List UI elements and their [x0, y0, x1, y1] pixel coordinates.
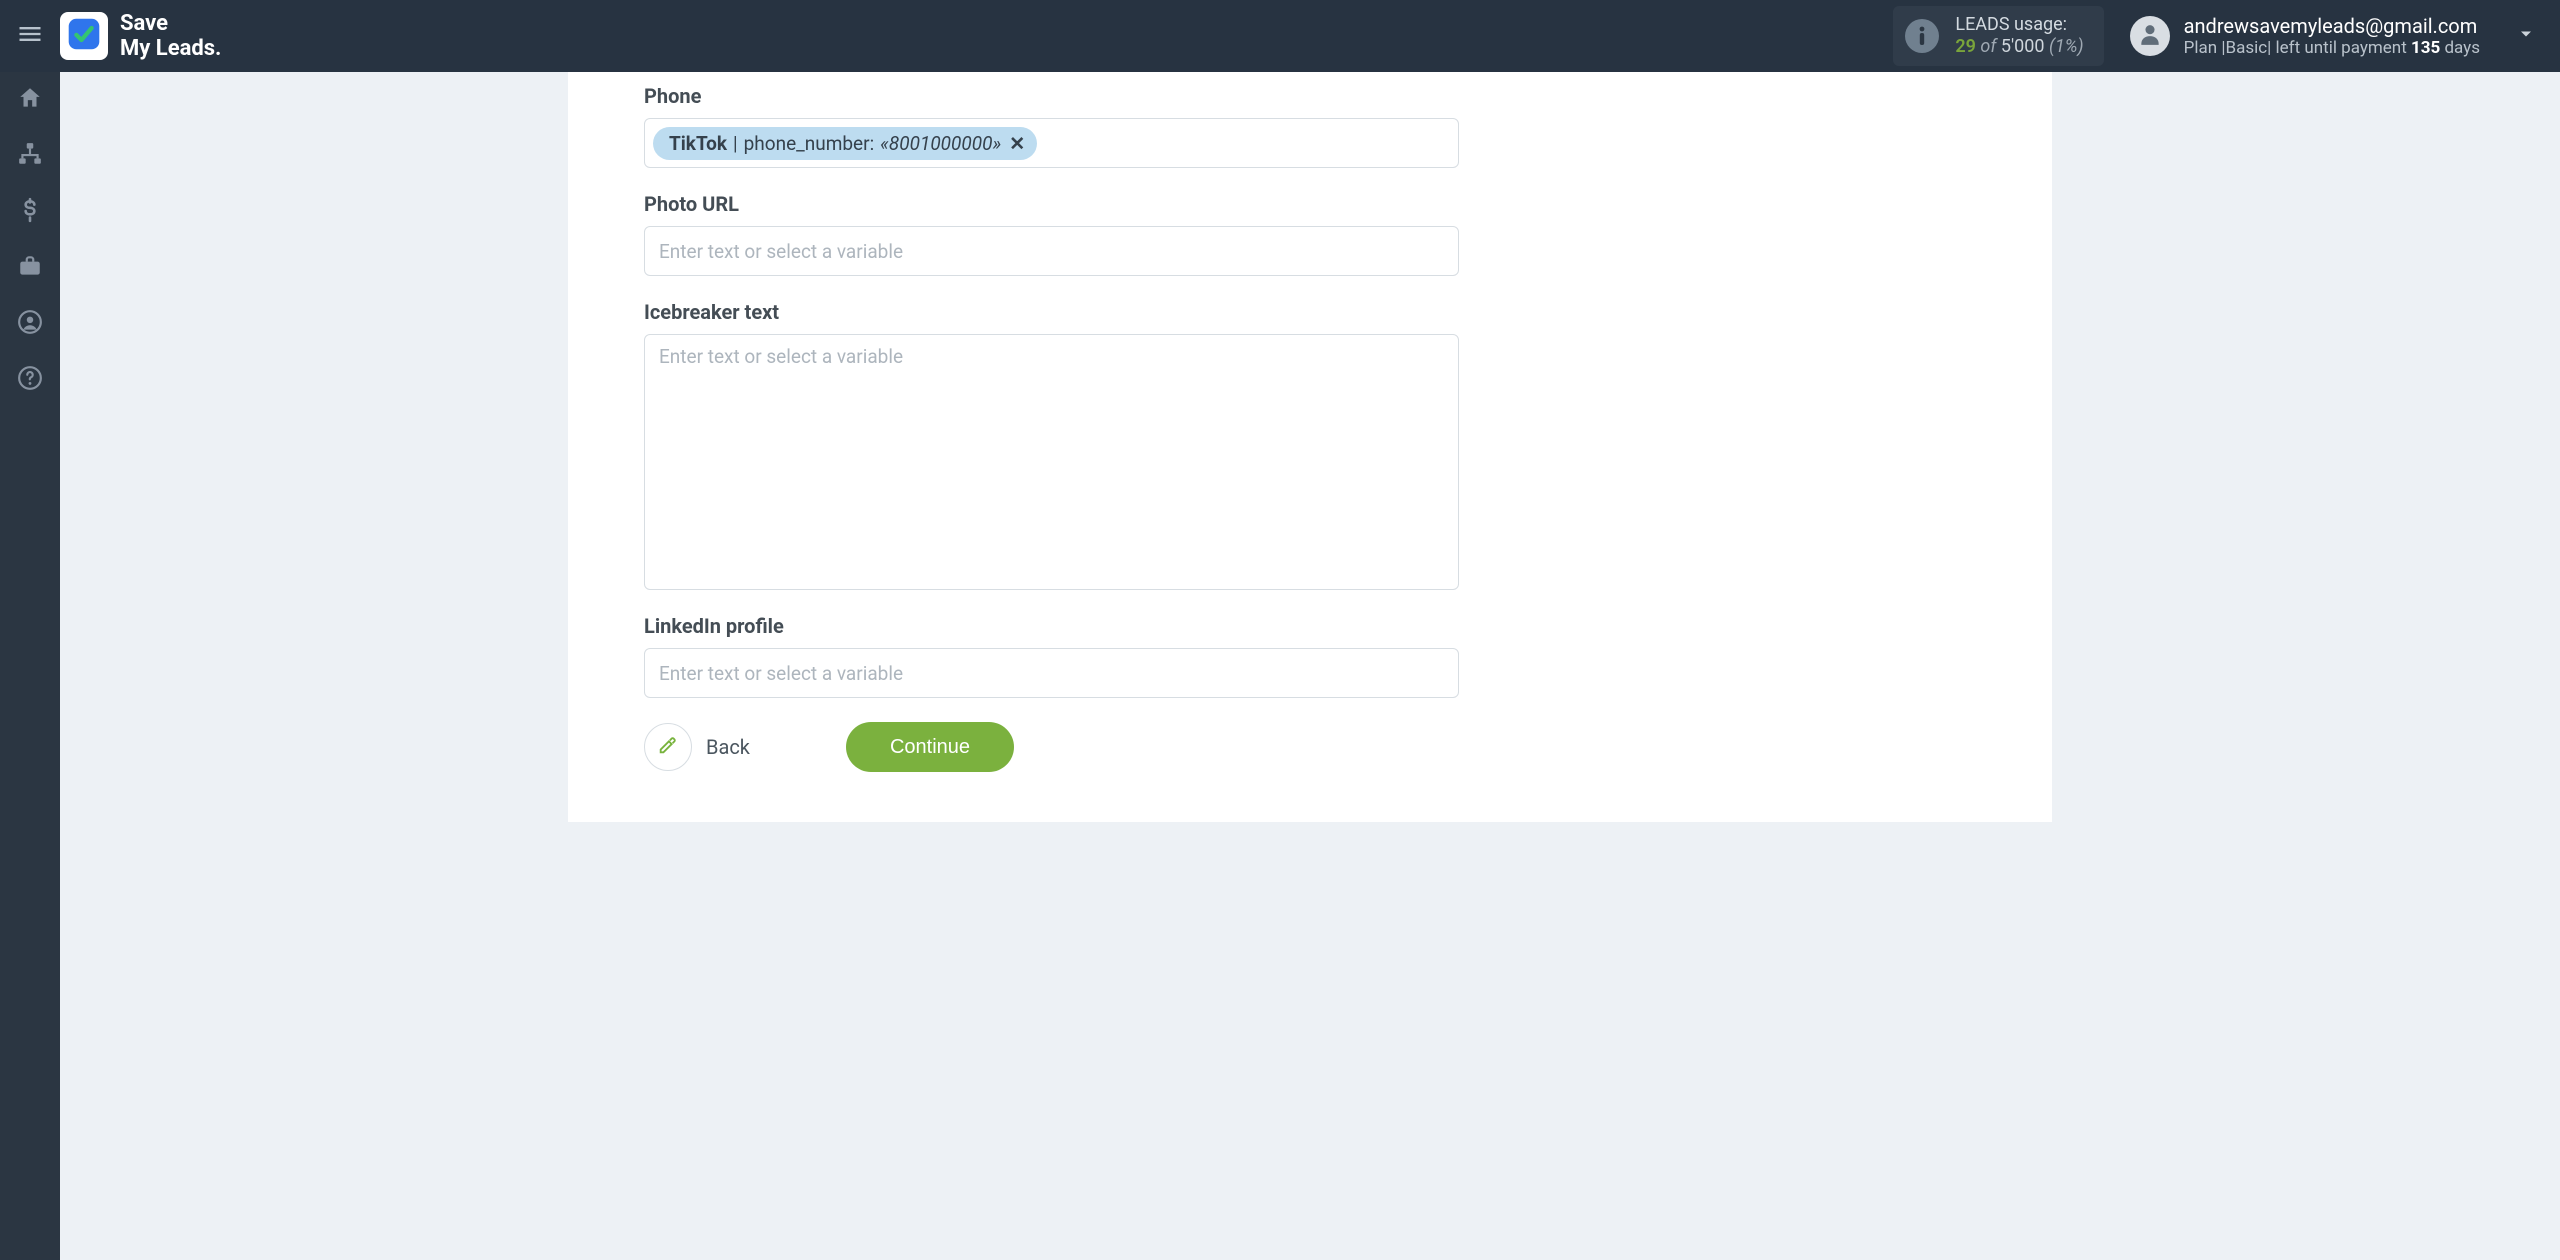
sidebar-item-help[interactable] [0, 352, 60, 408]
brand-line1: Save [120, 11, 221, 36]
question-circle-icon [17, 365, 43, 395]
usage-percent: (1%) [2049, 36, 2084, 57]
variable-tag-phone[interactable]: TikTok | phone_number: «8001000000» ✕ [653, 127, 1037, 160]
info-icon [1905, 19, 1939, 53]
pencil-icon [657, 734, 679, 761]
placeholder-text: Enter text or select a variable [653, 345, 903, 368]
form-card: Phone TikTok | phone_number: «8001000000… [568, 72, 2052, 822]
phone-input[interactable]: TikTok | phone_number: «8001000000» ✕ [644, 118, 1459, 168]
continue-button[interactable]: Continue [846, 722, 1014, 772]
usage-used: 29 [1955, 36, 1976, 57]
label-phone: Phone [644, 84, 1976, 108]
account-plan-line: Plan |Basic| left until payment 135 days [2184, 38, 2480, 58]
briefcase-icon [17, 253, 43, 283]
field-icebreaker: Icebreaker text Enter text or select a v… [644, 300, 1976, 590]
hamburger-icon [16, 20, 44, 52]
label-linkedin: LinkedIn profile [644, 614, 1976, 638]
tag-remove-button[interactable]: ✕ [1009, 132, 1025, 155]
close-icon: ✕ [1009, 132, 1025, 155]
leads-usage-box[interactable]: LEADS usage: 29 of 5'000 (1%) [1893, 6, 2103, 65]
form-actions: Back Continue [644, 722, 1976, 772]
sidebar-item-integrations[interactable] [0, 128, 60, 184]
field-phone: Phone TikTok | phone_number: «8001000000… [644, 84, 1976, 168]
icebreaker-input[interactable]: Enter text or select a variable [644, 334, 1459, 590]
menu-toggle-button[interactable] [0, 0, 60, 72]
back-button[interactable]: Back [644, 723, 750, 771]
sitemap-icon [17, 141, 43, 171]
tag-source: TikTok [669, 132, 727, 155]
placeholder-text: Enter text or select a variable [653, 240, 903, 263]
tag-field: phone_number: [744, 132, 875, 155]
user-icon [2137, 21, 2163, 51]
field-photo-url: Photo URL Enter text or select a variabl… [644, 192, 1976, 276]
user-circle-icon [17, 309, 43, 339]
tag-value: «8001000000» [880, 132, 1001, 155]
brand-line2: My Leads. [120, 36, 221, 61]
page-scroll[interactable]: Phone TikTok | phone_number: «8001000000… [60, 72, 2560, 1260]
brand-logo [60, 12, 108, 60]
linkedin-input[interactable]: Enter text or select a variable [644, 648, 1459, 698]
sidebar-item-billing[interactable] [0, 184, 60, 240]
back-icon-circle [644, 723, 692, 771]
label-photo-url: Photo URL [644, 192, 1976, 216]
sidebar-item-account[interactable] [0, 296, 60, 352]
chevron-down-icon [2516, 24, 2536, 48]
app-header: Save My Leads. LEADS usage: 29 of 5'000 … [0, 0, 2560, 72]
usage-text: LEADS usage: 29 of 5'000 (1%) [1955, 14, 2083, 57]
placeholder-text: Enter text or select a variable [653, 662, 903, 685]
usage-title: LEADS usage: [1955, 14, 2083, 36]
dollar-icon [17, 197, 43, 227]
usage-of-word: of [1980, 36, 2000, 57]
photo-url-input[interactable]: Enter text or select a variable [644, 226, 1459, 276]
sidebar-item-briefcase[interactable] [0, 240, 60, 296]
usage-total: 5'000 [2001, 36, 2045, 57]
checkmark-icon [67, 17, 101, 55]
avatar [2130, 16, 2170, 56]
label-icebreaker: Icebreaker text [644, 300, 1976, 324]
brand-text: Save My Leads. [120, 11, 221, 62]
field-linkedin: LinkedIn profile Enter text or select a … [644, 614, 1976, 698]
account-email: andrewsavemyleads@gmail.com [2184, 14, 2480, 38]
home-icon [17, 85, 43, 115]
sidebar-item-home[interactable] [0, 72, 60, 128]
account-menu-button[interactable]: andrewsavemyleads@gmail.com Plan |Basic|… [2130, 14, 2536, 58]
back-label: Back [706, 735, 750, 759]
brand-link[interactable]: Save My Leads. [60, 11, 221, 62]
account-text: andrewsavemyleads@gmail.com Plan |Basic|… [2184, 14, 2480, 58]
sidebar [0, 72, 60, 1260]
